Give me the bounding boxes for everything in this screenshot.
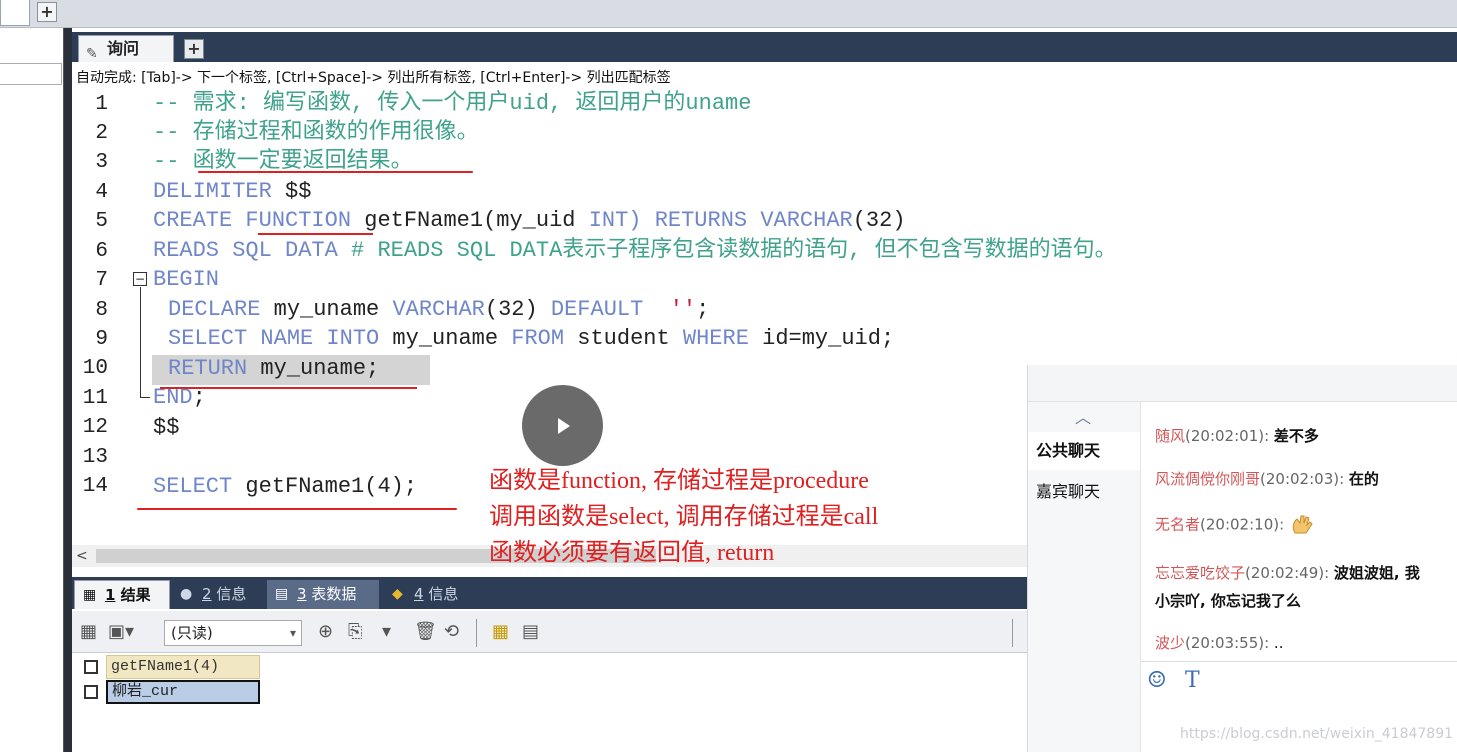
red-text-annotation: 函数是function, 存储过程是procedure 调用函数是select,…: [489, 468, 879, 566]
grid-icon: ▤: [275, 586, 289, 602]
chat-message-continued: 小宗吖, 你忘记我了么: [1155, 592, 1301, 610]
chat-message: 随风(20:02:01): 差不多: [1155, 427, 1319, 445]
refresh-icon[interactable]: ⟲: [444, 621, 459, 643]
chevron-down-icon: ▾: [289, 626, 296, 640]
code-line-6: READS SQL DATA # READS SQL DATA表示子程序包含读数…: [153, 238, 1117, 263]
chat-header: [1028, 365, 1457, 402]
connection-tab[interactable]: [0, 0, 30, 26]
chat-panel: ︿ 公共聊天 嘉宾聊天 随风(20:02:01): 差不多 风流倜傥你刚哥(20…: [1027, 365, 1457, 752]
line-number: 10: [82, 357, 108, 380]
wave-hand-emoji-icon: [1292, 515, 1313, 534]
code-line-4: DELIMITER $$: [153, 179, 312, 204]
save-icon[interactable]: ▾: [382, 621, 391, 643]
object-browser-panel: [0, 28, 64, 752]
new-connection-tab-button[interactable]: +: [37, 2, 57, 22]
code-line-12: $$: [153, 415, 180, 440]
panel-splitter[interactable]: [64, 28, 72, 752]
code-line-2: -- 存储过程和函数的作用很像。: [153, 120, 479, 145]
export-icon[interactable]: ▣▾: [108, 621, 134, 643]
code-line-8: DECLARE my_uname VARCHAR(32) DEFAULT '';: [168, 297, 710, 322]
line-number: 8: [95, 299, 108, 322]
line-number: 14: [82, 475, 108, 498]
result-cell[interactable]: 柳岩_cur: [106, 680, 260, 704]
autocomplete-hint: 自动完成: [Tab]-> 下一个标签, [Ctrl+Space]-> 列出所有…: [76, 70, 671, 86]
chat-message: 波少(20:03:55): ..: [1155, 634, 1284, 652]
query-tab-bar: ✎ 询问 +: [72, 32, 1457, 62]
messages-icon: ◆: [392, 586, 403, 602]
grid-view-icon[interactable]: ▦: [492, 621, 509, 643]
play-icon: [558, 418, 570, 434]
line-number: 4: [95, 181, 108, 204]
line-number: 2: [95, 122, 108, 145]
result-tab-bar: ▦ 1 结果 ● 2 信息 ▤ 3 表数据 ◆ 4 信息: [72, 577, 1027, 609]
line-number: 6: [95, 240, 108, 263]
fold-toggle-icon[interactable]: −: [133, 272, 147, 286]
select-all-checkbox[interactable]: [84, 660, 98, 674]
row-checkbox[interactable]: [84, 685, 98, 699]
emoji-icon[interactable]: ☺: [1147, 668, 1167, 694]
readonly-select[interactable]: (只读) ▾: [164, 620, 302, 646]
delete-icon[interactable]: 🗑: [414, 621, 437, 643]
code-line-7: BEGIN: [153, 267, 220, 292]
red-underline-annotation: [258, 233, 373, 235]
line-number: 9: [95, 328, 108, 351]
query-tab[interactable]: ✎ 询问: [78, 35, 174, 62]
chat-channel-list: ︿ 公共聊天 嘉宾聊天: [1028, 402, 1141, 752]
tab-info-2[interactable]: ◆ 4 信息: [384, 580, 476, 609]
chat-message: 忘忘爱吃饺子(20:02:49): 波姐波姐, 我: [1155, 564, 1420, 582]
tab-table-data[interactable]: ▤ 3 表数据: [267, 580, 379, 609]
line-number: 3: [95, 151, 108, 174]
line-number: 12: [82, 416, 108, 439]
line-number: 5: [95, 210, 108, 233]
line-number: 7: [95, 269, 108, 292]
line-number: 13: [82, 446, 108, 469]
code-line-9: SELECT NAME INTO my_uname FROM student W…: [168, 326, 895, 351]
line-number: 11: [82, 387, 108, 410]
query-tab-label: 询问: [107, 39, 140, 58]
insert-row-icon[interactable]: ▦: [80, 621, 97, 643]
result-toolbar: ▦ ▣▾ (只读) ▾ ⊕ ⎘ ▾ 🗑 ⟲ ▦ ▤: [72, 611, 1027, 653]
form-view-icon[interactable]: ▤: [522, 621, 539, 643]
top-tab-strip: +: [0, 0, 1457, 28]
toolbar-separator: [1012, 619, 1013, 647]
red-underline-annotation: [160, 387, 417, 389]
column-header[interactable]: getFName1(4): [106, 655, 260, 679]
fold-guide: [140, 287, 141, 397]
table-icon: ▦: [83, 587, 97, 603]
red-underline-annotation: [137, 508, 457, 510]
chevron-up-icon[interactable]: ︿: [1075, 408, 1091, 428]
query-icon: ✎: [86, 46, 98, 62]
channel-guest-chat[interactable]: 嘉宾聊天: [1028, 473, 1140, 511]
video-play-button[interactable]: [522, 385, 603, 466]
watermark: https://blog.csdn.net/weixin_41847891: [1180, 726, 1454, 742]
red-underline-annotation: [198, 171, 473, 173]
code-line-10: RETURN my_uname;: [168, 356, 380, 381]
chat-message: 风流倜傥你刚哥(20:02:03): 在的: [1155, 470, 1379, 488]
text-format-icon[interactable]: T: [1185, 668, 1200, 694]
add-row-icon[interactable]: ⊕: [318, 621, 333, 643]
code-line-5: CREATE FUNCTION getFName1(my_uid INT) RE…: [153, 208, 906, 233]
code-line-14: SELECT getFName1(4);: [153, 474, 418, 499]
tab-result[interactable]: ▦ 1 结果: [74, 580, 170, 609]
info-icon: ●: [180, 586, 193, 602]
scroll-left-icon[interactable]: <: [76, 546, 88, 566]
fold-guide-end: [140, 397, 150, 398]
result-grid: getFName1(4) 柳岩_cur: [72, 655, 1027, 752]
code-line-1: -- 需求: 编写函数, 传入一个用户uid, 返回用户的uname: [153, 91, 752, 116]
object-filter-input[interactable]: [0, 63, 62, 85]
line-number: 1: [95, 93, 108, 116]
tab-info-1[interactable]: ● 2 信息: [172, 580, 264, 609]
chat-message: 无名者(20:02:10):: [1155, 513, 1315, 537]
new-query-tab-button[interactable]: +: [184, 39, 204, 59]
channel-public-chat[interactable]: 公共聊天: [1028, 432, 1140, 470]
toolbar-separator: [476, 619, 477, 647]
duplicate-row-icon[interactable]: ⎘: [348, 621, 362, 643]
